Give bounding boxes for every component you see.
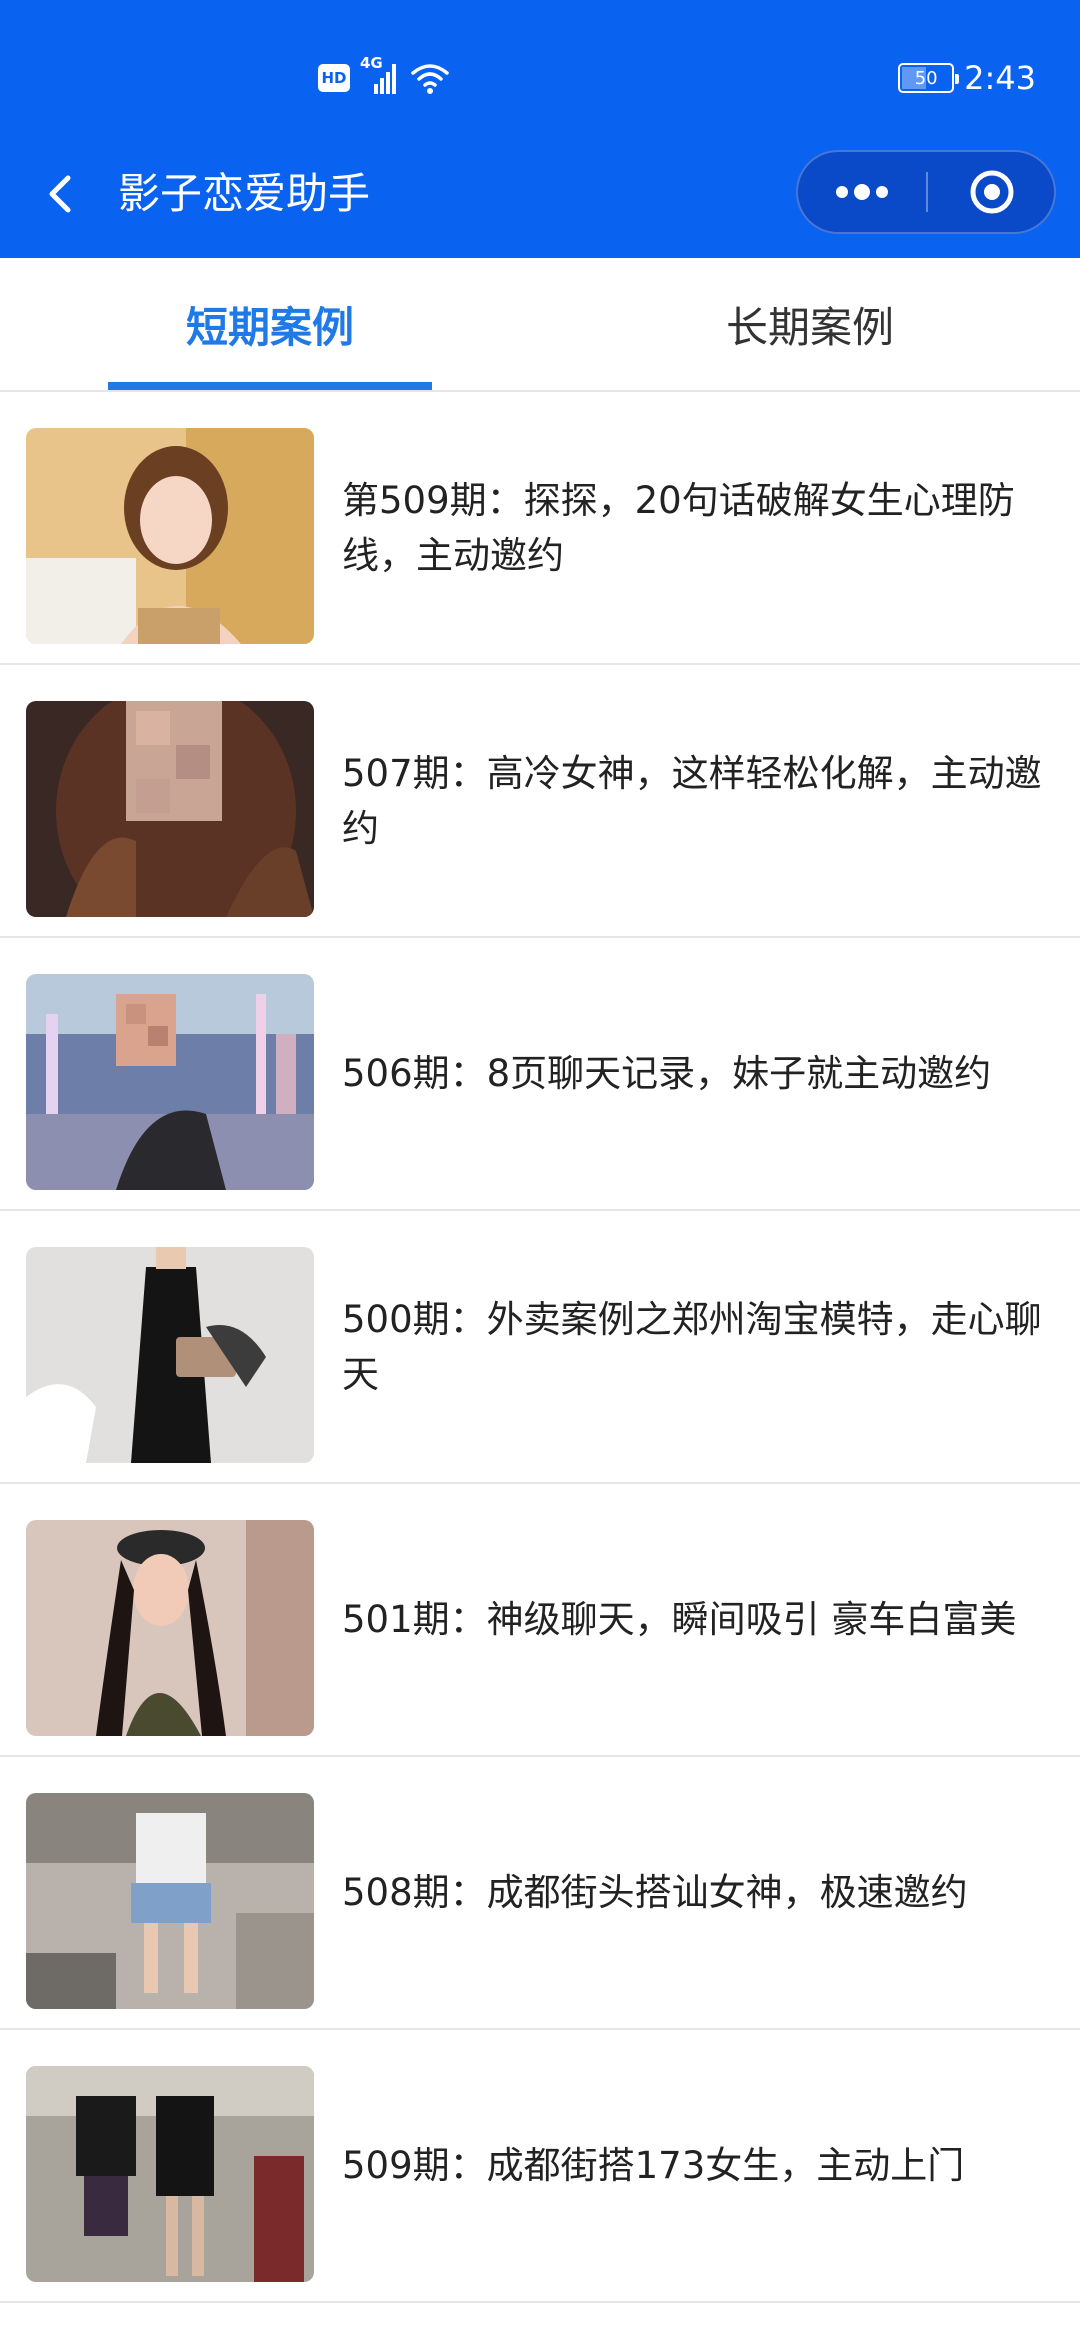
case-title: 501期：神级聊天，瞬间吸引 豪车白富美 <box>342 1598 1017 1641</box>
case-thumbnail <box>26 1793 314 2009</box>
miniprogram-capsule <box>796 150 1056 234</box>
list-item[interactable]: 506期：8页聊天记录，妹子就主动邀约 <box>0 938 1080 1211</box>
list-item[interactable]: 508期：成都街头搭讪女神，极速邀约 <box>0 1757 1080 2030</box>
list-item[interactable]: 507期：高冷女神，这样轻松化解，主动邀约 <box>0 665 1080 938</box>
case-title: 506期：8页聊天记录，妹子就主动邀约 <box>342 1052 992 1095</box>
close-button[interactable] <box>928 152 1056 232</box>
case-thumbnail <box>26 2066 314 2282</box>
chevron-left-icon <box>49 175 71 213</box>
case-title: 508期：成都街头搭讪女神，极速邀约 <box>342 1871 968 1914</box>
list-item[interactable]: 第509期：探探，20句话破解女生心理防线，主动邀约 <box>0 392 1080 665</box>
case-tabs: 短期案例 长期案例 <box>0 258 1080 392</box>
case-thumbnail <box>26 428 314 644</box>
cellular-signal-icon: 4G <box>360 54 400 96</box>
battery-level: 50 <box>914 67 938 89</box>
case-thumbnail <box>26 1520 314 1736</box>
back-button[interactable] <box>30 158 86 230</box>
case-thumbnail <box>26 701 314 917</box>
battery-icon: 50 <box>898 63 960 93</box>
list-item[interactable]: 501期：神级聊天，瞬间吸引 豪车白富美 <box>0 1484 1080 1757</box>
app-header: HD 4G 50 2:43 影子恋爱助手 <box>0 0 1080 258</box>
status-right: 50 2:43 <box>898 54 1036 102</box>
more-dots-icon <box>836 184 888 200</box>
wifi-icon <box>411 64 449 94</box>
case-title: 507期：高冷女神，这样轻松化解，主动邀约 <box>342 751 1042 850</box>
list-item[interactable]: 509期：成都街搭173女生，主动上门 <box>0 2030 1080 2303</box>
more-button[interactable] <box>798 152 926 232</box>
status-icons: HD 4G <box>318 54 450 98</box>
case-title: 500期：外卖案例之郑州淘宝模特，走心聊天 <box>342 1297 1042 1396</box>
case-thumbnail <box>26 974 314 1190</box>
app-title: 影子恋爱助手 <box>118 169 371 218</box>
case-title: 第509期：探探，20句话破解女生心理防线，主动邀约 <box>342 478 1015 577</box>
tab-long-term[interactable]: 长期案例 <box>540 258 1080 390</box>
target-close-icon <box>970 170 1014 214</box>
case-list: 第509期：探探，20句话破解女生心理防线，主动邀约 507期：高冷女神，这样轻… <box>0 392 1080 2303</box>
network-type-label: 4G <box>360 54 383 72</box>
hd-icon: HD <box>318 64 350 92</box>
status-bar: HD 4G 50 2:43 <box>0 0 1080 150</box>
case-thumbnail <box>26 1247 314 1463</box>
case-title: 509期：成都街搭173女生，主动上门 <box>342 2144 965 2187</box>
clock: 2:43 <box>964 59 1036 97</box>
active-tab-indicator <box>108 382 432 390</box>
tab-short-term[interactable]: 短期案例 <box>0 258 540 390</box>
list-item[interactable]: 500期：外卖案例之郑州淘宝模特，走心聊天 <box>0 1211 1080 1484</box>
